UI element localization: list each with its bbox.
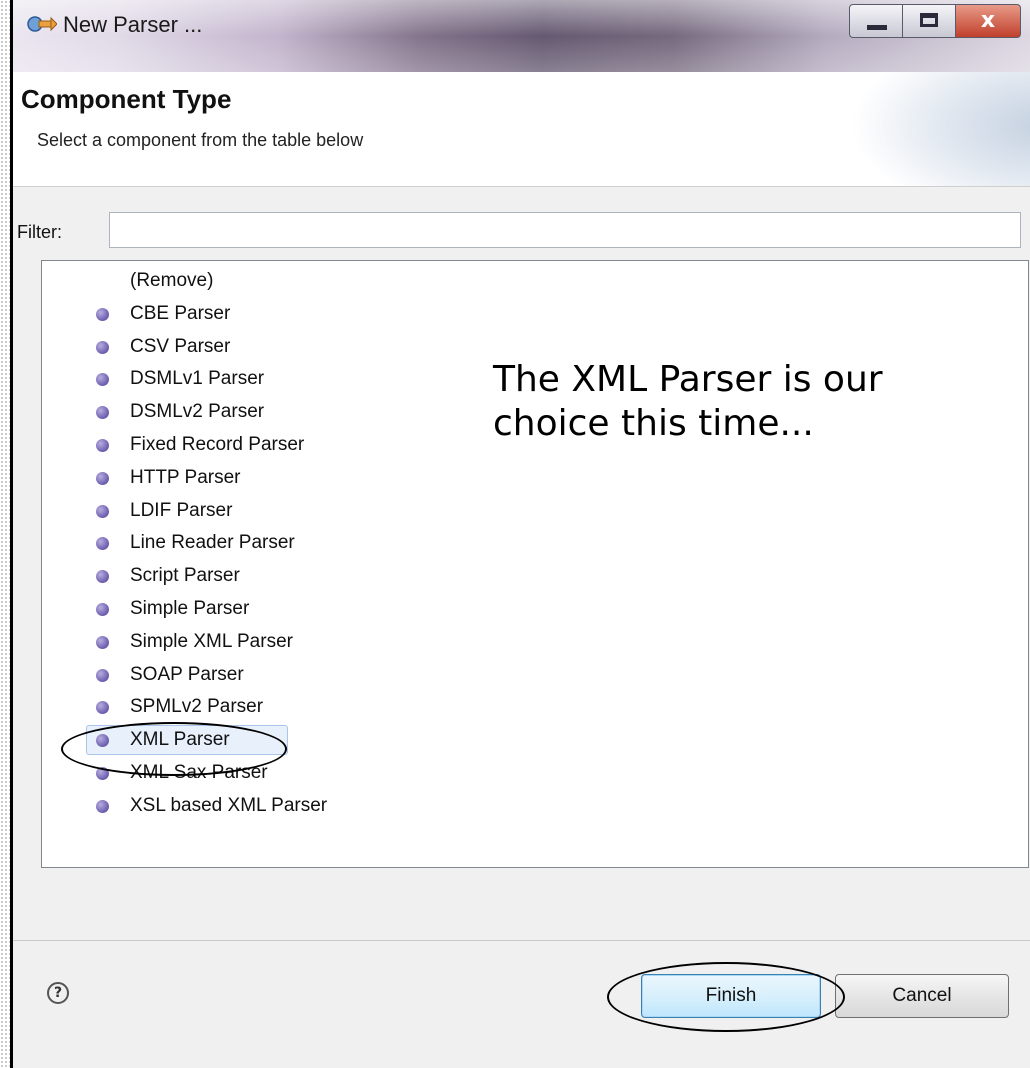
- list-item-label: SPMLv2 Parser: [130, 696, 264, 718]
- list-item-label: XML Sax Parser: [130, 762, 268, 783]
- list-item-label: DSMLv2 Parser: [130, 401, 265, 423]
- list-item[interactable]: HTTP Parser: [42, 462, 1002, 494]
- minimize-icon: [867, 25, 887, 30]
- component-bullet-icon: [96, 767, 109, 780]
- component-bullet-icon: [96, 406, 109, 420]
- list-item[interactable]: SOAP Parser: [42, 659, 1002, 691]
- component-bullet-icon: [96, 471, 109, 485]
- list-item-label: Fixed Record Parser: [130, 434, 305, 455]
- list-item[interactable]: Line Reader Parser: [42, 527, 1002, 559]
- component-bullet-icon: [96, 373, 109, 387]
- list-item-label: CSV Parser: [130, 335, 231, 357]
- component-list[interactable]: (Remove) CBE Parser CSV Parser DSMLv1 Parse…: [41, 260, 1029, 868]
- close-button[interactable]: x: [955, 4, 1021, 38]
- header-decoration: [850, 72, 1030, 186]
- component-bullet-icon: [96, 799, 109, 813]
- page-subtitle: Select a component from the table below: [37, 130, 364, 150]
- annotation-line-1: The XML Parser is our: [493, 359, 883, 400]
- window-title: New Parser ...: [63, 12, 203, 37]
- list-item[interactable]: Simple XML Parser: [42, 626, 1002, 658]
- app-icon: [27, 16, 57, 32]
- list-item-label: Simple XML Parser: [130, 630, 293, 652]
- maximize-button[interactable]: [902, 4, 956, 38]
- list-item-label: Simple Parser: [130, 598, 250, 619]
- component-bullet-icon: [96, 603, 109, 616]
- component-bullet-icon: [96, 635, 109, 649]
- new-parser-dialog: New Parser ... x Component Type Select a…: [10, 0, 1030, 1068]
- list-item-label: (Remove): [130, 270, 214, 291]
- list-item[interactable]: LDIF Parser: [42, 495, 1002, 527]
- annotation-line-2: choice this time...: [493, 403, 814, 444]
- wizard-header: Component Type Select a component from t…: [13, 72, 1030, 187]
- title-bar[interactable]: New Parser ... x: [13, 0, 1030, 72]
- component-bullet-icon: [96, 537, 109, 551]
- list-item[interactable]: CBE Parser: [42, 298, 1002, 330]
- component-bullet-icon: [96, 504, 109, 518]
- list-item-label: XSL based XML Parser: [130, 794, 328, 816]
- list-item-label: HTTP Parser: [130, 466, 241, 488]
- component-bullet-icon: [96, 701, 109, 715]
- annotation-note: The XML Parser is our choice this time..…: [493, 358, 973, 446]
- list-item[interactable]: XML Parser: [42, 724, 1002, 756]
- list-item-label: SOAP Parser: [130, 663, 244, 685]
- minimize-button[interactable]: [849, 4, 903, 38]
- component-bullet-icon: [96, 668, 109, 682]
- component-bullet-icon: [96, 570, 109, 584]
- help-icon[interactable]: ?: [47, 982, 69, 1004]
- list-item-label: XML Parser: [130, 729, 230, 751]
- component-bullet-icon: [96, 307, 109, 321]
- component-bullet-icon: [96, 340, 109, 354]
- list-item-label: LDIF Parser: [130, 499, 233, 521]
- list-item-label: Line Reader Parser: [130, 532, 295, 554]
- list-item-label: CBE Parser: [130, 302, 231, 324]
- list-item[interactable]: XML Sax Parser: [42, 757, 1002, 789]
- list-item[interactable]: Script Parser: [42, 560, 1002, 592]
- list-item-label: Script Parser: [130, 565, 240, 587]
- close-icon: x: [980, 8, 996, 33]
- footer-divider: [13, 940, 1030, 941]
- list-item[interactable]: Simple Parser: [42, 593, 1002, 625]
- filter-label: Filter:: [17, 222, 62, 242]
- maximize-icon: [920, 13, 938, 27]
- list-item[interactable]: SPMLv2 Parser: [42, 691, 1002, 723]
- page-title: Component Type: [21, 84, 232, 114]
- list-item-label: DSMLv1 Parser: [130, 368, 265, 390]
- finish-button[interactable]: Finish: [641, 974, 821, 1018]
- component-bullet-icon: [96, 439, 109, 452]
- list-item[interactable]: (Remove): [42, 265, 1002, 297]
- cancel-button[interactable]: Cancel: [835, 974, 1009, 1018]
- list-item[interactable]: XSL based XML Parser: [42, 790, 1002, 822]
- filter-input[interactable]: [109, 212, 1021, 248]
